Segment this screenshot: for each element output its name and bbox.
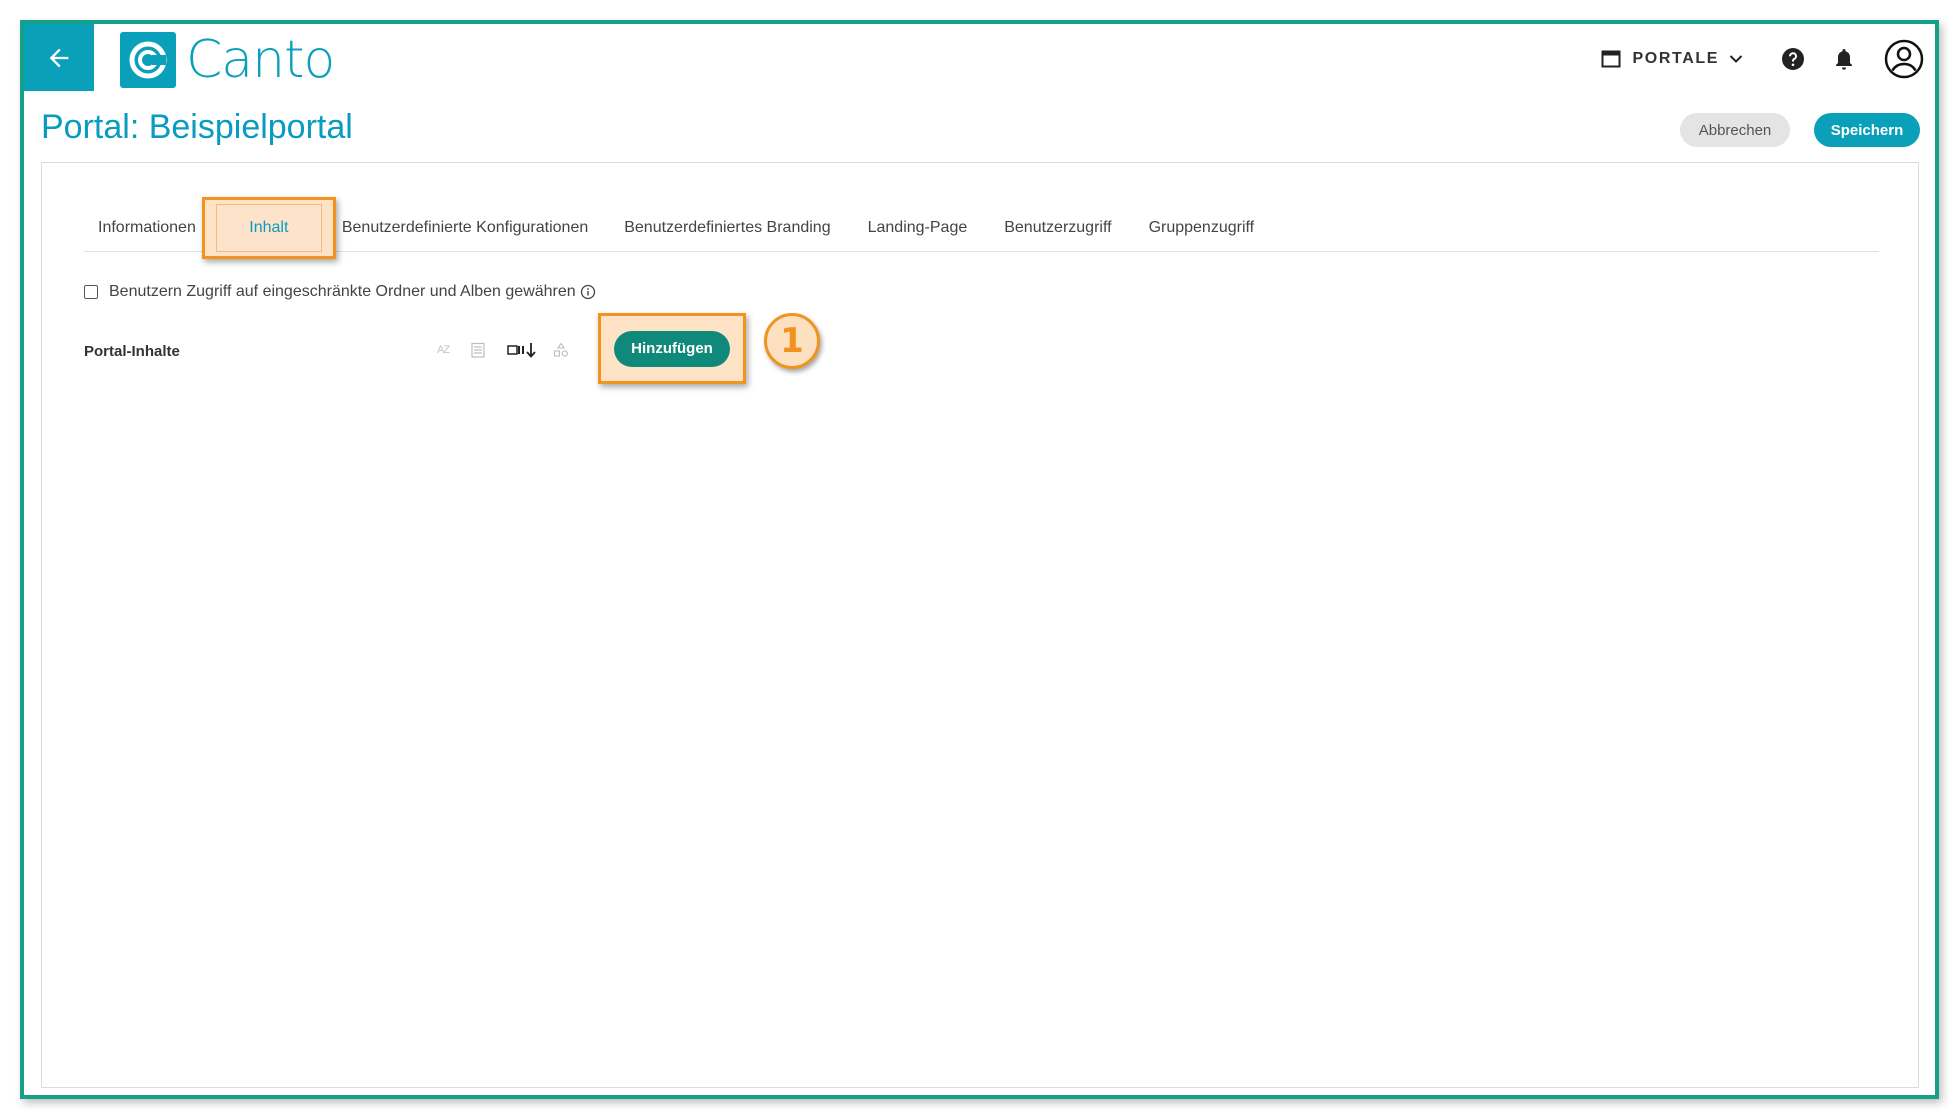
tab-benutzerdefinierte-konfigurationen[interactable]: Benutzerdefinierte Konfigurationen (342, 219, 588, 237)
portale-menu-label: PORTALE (1632, 50, 1719, 67)
screenshot-frame: Canto PORTALE Portal: Beispielportal Abb… (20, 20, 1939, 1099)
sort-size-button[interactable] (507, 341, 539, 359)
sort-alphabetical-button[interactable]: AZ (437, 344, 450, 356)
chevron-down-icon (1729, 55, 1743, 63)
bell-icon (1836, 49, 1852, 70)
top-toolbar: PORTALE (1601, 36, 1925, 82)
canto-logo-text: Canto (186, 30, 335, 90)
sort-alphabetical-icon: AZ (437, 344, 450, 356)
calendar-icon (471, 342, 485, 358)
info-icon[interactable] (580, 284, 596, 300)
account-circle-icon (1884, 39, 1924, 79)
portal-contents-label: Portal-Inhalte (84, 343, 180, 360)
arrow-left-icon (49, 48, 69, 67)
portal-content-panel: Informationen Inhalt Benutzerdefinierte … (41, 162, 1919, 1088)
tab-inhalt[interactable]: Inhalt (215, 204, 322, 252)
sort-date-button[interactable] (471, 342, 485, 358)
canto-logo-mark (120, 32, 176, 88)
tab-benutzerzugriff[interactable]: Benutzerzugriff (1004, 219, 1111, 237)
save-button[interactable]: Speichern (1814, 113, 1920, 147)
shapes-icon (554, 342, 569, 357)
user-avatar-button[interactable] (1883, 38, 1925, 80)
help-button[interactable] (1781, 47, 1805, 71)
help-icon (1782, 48, 1804, 70)
back-button[interactable] (24, 24, 94, 91)
page-title: Portal: Beispielportal (41, 108, 353, 146)
tab-informationen[interactable]: Informationen (98, 219, 196, 237)
notifications-button[interactable] (1833, 47, 1855, 71)
portale-menu[interactable]: PORTALE (1601, 50, 1743, 68)
content-toolbar: AZ (437, 341, 591, 359)
tab-inhalt-highlight[interactable]: Inhalt (201, 197, 336, 259)
tab-landing-page[interactable]: Landing-Page (868, 219, 968, 237)
tab-bar: Informationen Inhalt Benutzerdefinierte … (84, 197, 1879, 259)
sort-descending-icon (507, 343, 536, 358)
add-content-button[interactable]: Hinzufügen (614, 330, 730, 367)
step-number-badge: 1 (764, 313, 820, 369)
restricted-access-label: Benutzern Zugriff auf eingeschränkte Ord… (109, 283, 576, 300)
tab-benutzerdefiniertes-branding[interactable]: Benutzerdefiniertes Branding (624, 219, 830, 237)
add-button-highlight: Hinzufügen (598, 313, 746, 384)
window-icon (1601, 50, 1621, 68)
tab-gruppenzugriff[interactable]: Gruppenzugriff (1149, 219, 1255, 237)
restricted-access-row: Benutzern Zugriff auf eingeschränkte Ord… (84, 283, 596, 301)
restricted-access-checkbox[interactable] (84, 285, 98, 299)
sort-type-button[interactable] (553, 342, 569, 358)
canto-logo[interactable]: Canto (120, 30, 335, 90)
cancel-button[interactable]: Abbrechen (1680, 113, 1790, 147)
